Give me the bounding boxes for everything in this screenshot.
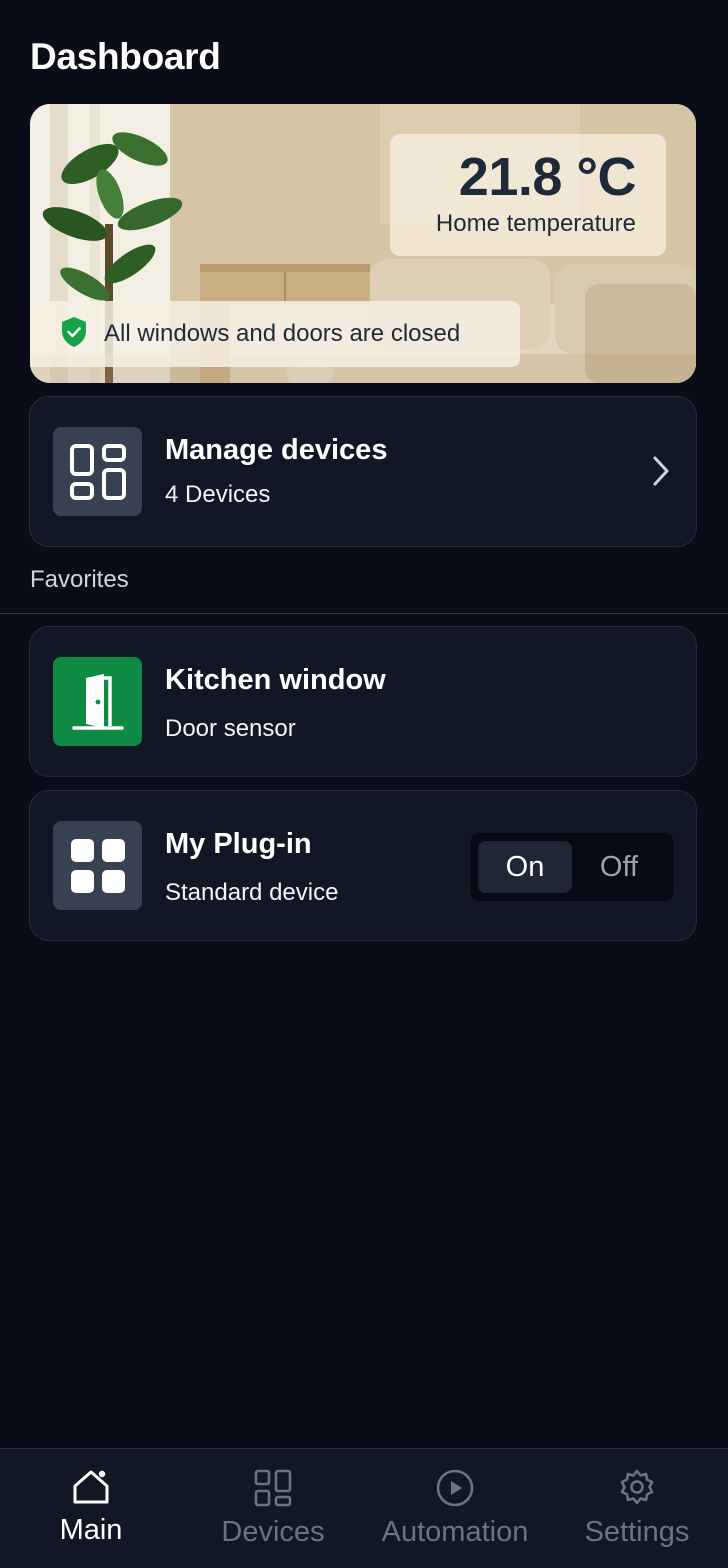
nav-label: Devices [221, 1516, 325, 1548]
favorite-title: My Plug-in [165, 828, 312, 860]
toggle-off-button[interactable]: Off [572, 841, 666, 893]
security-status: All windows and doors are closed [30, 301, 520, 367]
nav-item-main[interactable]: Main [0, 1449, 182, 1568]
home-icon [72, 1469, 110, 1510]
chevron-right-icon [652, 455, 670, 492]
bottom-nav: Main Devices Automation Settings [0, 1448, 728, 1568]
nav-item-devices[interactable]: Devices [182, 1449, 364, 1568]
favorites-heading: Favorites [30, 566, 129, 593]
door-icon [53, 657, 142, 746]
manage-devices-title: Manage devices [165, 434, 388, 466]
manage-devices-count: 4 Devices [165, 481, 271, 508]
temperature-label: Home temperature [435, 210, 636, 237]
home-hero-card: 21.8 °C Home temperature All windows and… [30, 104, 696, 383]
favorite-subtitle: Door sensor [165, 715, 296, 742]
toggle-on-button[interactable]: On [478, 841, 572, 893]
power-toggle[interactable]: On Off [470, 833, 674, 901]
nav-item-automation[interactable]: Automation [364, 1449, 546, 1568]
manage-devices-card[interactable]: Manage devices 4 Devices [29, 396, 697, 547]
page-title: Dashboard [30, 36, 221, 77]
shield-check-icon [60, 316, 88, 353]
devices-icon [254, 1469, 292, 1512]
temperature-value: 21.8 °C [458, 147, 637, 207]
gear-icon [618, 1469, 656, 1512]
nav-label: Automation [381, 1516, 529, 1548]
temperature-panel: 21.8 °C Home temperature [390, 134, 666, 256]
favorite-title: Kitchen window [165, 664, 386, 696]
favorite-subtitle: Standard device [165, 879, 339, 906]
nav-item-settings[interactable]: Settings [546, 1449, 728, 1568]
favorite-kitchen-window[interactable]: Kitchen window Door sensor [29, 626, 697, 777]
security-status-text: All windows and doors are closed [104, 320, 461, 347]
devices-icon [53, 427, 142, 516]
nav-label: Main [59, 1514, 123, 1546]
play-icon [436, 1469, 474, 1512]
nav-label: Settings [584, 1516, 690, 1548]
grid-icon [53, 821, 142, 910]
favorite-my-plug-in[interactable]: My Plug-in Standard device On Off [29, 790, 697, 941]
divider [0, 613, 728, 614]
